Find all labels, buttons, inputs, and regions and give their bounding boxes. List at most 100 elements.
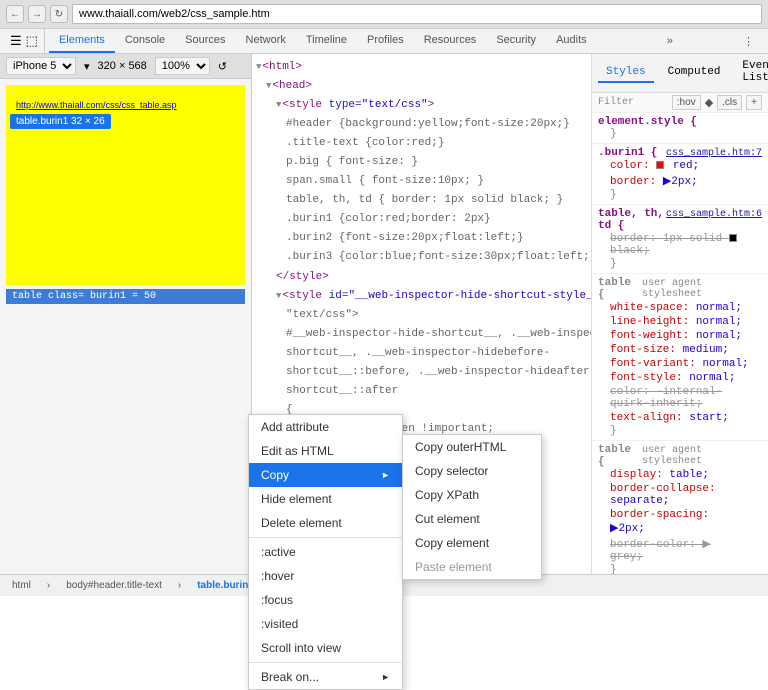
selected-dom-row[interactable]: table class= burin1 = 50 xyxy=(6,289,245,304)
submenu-paste-element[interactable]: Paste element xyxy=(403,555,541,579)
filter-label: Filter xyxy=(598,97,634,108)
browser-chrome: ← → ↻ xyxy=(0,0,768,29)
styles-panel: Styles Computed Event Listeners » Filter… xyxy=(592,54,768,574)
dom-line: #header {background:yellow;font-size:20p… xyxy=(252,115,591,134)
ctx-hover[interactable]: :hover xyxy=(249,564,402,588)
pseudo-plus[interactable]: + xyxy=(746,95,762,110)
ctx-hide-element[interactable]: Hide element xyxy=(249,487,402,511)
devtools-more[interactable]: » xyxy=(661,30,679,52)
rule-selector-table-td: table, th, td { xyxy=(598,208,666,232)
rule-selector-burin1: .burin1 { xyxy=(598,147,657,159)
address-bar[interactable] xyxy=(72,4,762,24)
styles-tab-event-listeners[interactable]: Event Listeners xyxy=(734,57,768,89)
rotate-icon[interactable]: ↺ xyxy=(218,60,227,73)
preview-link[interactable]: http://www.thaiall.com/css/css_table.asp xyxy=(16,100,235,110)
breadcrumb-html[interactable]: html xyxy=(8,579,35,592)
submenu-copy-selector[interactable]: Copy selector xyxy=(403,459,541,483)
tab-console[interactable]: Console xyxy=(115,29,175,53)
tab-audits[interactable]: Audits xyxy=(546,29,597,53)
submenu-copy-outerhtml[interactable]: Copy outerHTML xyxy=(403,435,541,459)
rule-selector-table-ua1: table { xyxy=(598,277,642,301)
ctx-scroll-into-view[interactable]: Scroll into view xyxy=(249,636,402,660)
refresh-button[interactable]: ↻ xyxy=(50,5,68,23)
ctx-focus[interactable]: :focus xyxy=(249,588,402,612)
ua1-fontstyle: font-style: normal; xyxy=(598,371,762,385)
devtools-icon-2[interactable]: ⬚ xyxy=(26,33,38,49)
dom-line: ▼<style type="text/css"> xyxy=(252,96,591,115)
pseudo-hov[interactable]: :hov xyxy=(672,95,701,110)
tab-timeline[interactable]: Timeline xyxy=(296,29,357,53)
dom-line: ▼<html> xyxy=(252,58,591,77)
breadcrumb-body[interactable]: body#header.title-text xyxy=(62,579,166,592)
browser-nav: ← → ↻ xyxy=(0,0,768,28)
ua1-textalign: text-align: start; xyxy=(598,411,762,425)
style-rule-element: element.style { } xyxy=(592,113,768,144)
dom-line: table, th, td { border: 1px solid black;… xyxy=(252,191,591,210)
tab-sources[interactable]: Sources xyxy=(175,29,235,53)
dom-line: .burin2 {font-size:20px;float:left;} xyxy=(252,229,591,248)
dom-line: ▼<style id="__web-inspector-hide-shortcu… xyxy=(252,287,591,306)
zoom-selector[interactable]: 100% xyxy=(155,57,210,75)
ua1-fontsize: font-size: medium; xyxy=(598,343,762,357)
ctx-break-on[interactable]: Break on... ► xyxy=(249,665,402,689)
ctx-separator-1 xyxy=(249,537,402,538)
element-tooltip: table.burin1 32 × 26 xyxy=(10,114,111,129)
table-td-border: border: 1px solid black; xyxy=(598,232,762,258)
dom-line: "text/css"> xyxy=(252,306,591,325)
ctx-active[interactable]: :active xyxy=(249,540,402,564)
ua1-fontweight: font-weight: normal; xyxy=(598,329,762,343)
pseudo-dot[interactable]: ◆ xyxy=(705,96,713,110)
tab-elements[interactable]: Elements xyxy=(49,29,115,53)
dom-line: shortcut__::after xyxy=(252,382,591,401)
ua2-bordercolor: border-color: ▶ grey; xyxy=(598,536,762,564)
rule-selector: element.style { xyxy=(598,116,762,128)
dom-line: .title-text {color:red;} xyxy=(252,134,591,153)
styles-header: Styles Computed Event Listeners » xyxy=(592,54,768,93)
ua1-fontvariant: font-variant: normal; xyxy=(598,357,762,371)
tab-profiles[interactable]: Profiles xyxy=(357,29,414,53)
devtools-icon-1[interactable]: ☰ xyxy=(10,33,22,49)
styles-tab-styles[interactable]: Styles xyxy=(598,63,654,83)
dom-line: #__web-inspector-hide-shortcut__, .__web… xyxy=(252,325,591,344)
pseudo-cls[interactable]: .cls xyxy=(717,95,742,110)
submenu-copy-xpath[interactable]: Copy XPath xyxy=(403,483,541,507)
dom-line: shortcut__, .__web-inspector-hidebefore- xyxy=(252,344,591,363)
dom-line: p.big { font-size: } xyxy=(252,153,591,172)
style-rule-table-ua1: table { user agent stylesheet white-spac… xyxy=(592,274,768,441)
forward-button[interactable]: → xyxy=(28,5,46,23)
back-button[interactable]: ← xyxy=(6,5,24,23)
dom-line: .burin3 {color:blue;font-size:30px;float… xyxy=(252,248,591,267)
burin1-source[interactable]: css_sample.htm:7 xyxy=(666,148,762,159)
burin1-border: border: ▶2px; xyxy=(598,173,762,189)
devtools-dock-icon[interactable]: ⋮ xyxy=(743,35,754,48)
ctx-add-attribute[interactable]: Add attribute xyxy=(249,415,402,439)
submenu-cut-element[interactable]: Cut element xyxy=(403,507,541,531)
dom-line: shortcut__::before, .__web-inspector-hid… xyxy=(252,363,591,382)
tab-security[interactable]: Security xyxy=(486,29,546,53)
table-td-source[interactable]: css_sample.htm:6 xyxy=(666,209,762,220)
style-rule-table-ua2: table { user agent stylesheet display: t… xyxy=(592,441,768,574)
ctx-visited[interactable]: :visited xyxy=(249,612,402,636)
dom-line: </style> xyxy=(252,268,591,287)
dom-line: ▼<head> xyxy=(252,77,591,96)
ua1-source: user agent stylesheet xyxy=(642,278,762,300)
tab-network[interactable]: Network xyxy=(236,29,296,53)
browser-preview: iPhone 5 ▾ 320 × 568 100% ↺ table.burin1… xyxy=(0,54,252,574)
styles-tab-computed[interactable]: Computed xyxy=(660,63,729,83)
style-rule-table-th-td: table, th, td { css_sample.htm:6 border:… xyxy=(592,205,768,274)
submenu-copy-element[interactable]: Copy element xyxy=(403,531,541,555)
ua2-display: display: table; xyxy=(598,468,762,482)
ua1-whitespace: white-space: normal; xyxy=(598,301,762,315)
tab-resources[interactable]: Resources xyxy=(414,29,487,53)
ctx-edit-html[interactable]: Edit as HTML xyxy=(249,439,402,463)
breadcrumb-sep-1: › xyxy=(47,580,50,591)
rule-selector-table-ua2: table { xyxy=(598,444,642,468)
ua2-source: user agent stylesheet xyxy=(642,445,762,467)
device-bar: iPhone 5 ▾ 320 × 568 100% ↺ xyxy=(0,54,251,79)
ctx-copy[interactable]: Copy ► xyxy=(249,463,402,487)
breadcrumb-sep-2: › xyxy=(178,580,181,591)
ua1-lineheight: line-height: normal; xyxy=(598,315,762,329)
device-selector[interactable]: iPhone 5 xyxy=(6,57,76,75)
ua2-bordercollapse: border-collapse: separate; xyxy=(598,482,762,508)
ctx-delete-element[interactable]: Delete element xyxy=(249,511,402,535)
